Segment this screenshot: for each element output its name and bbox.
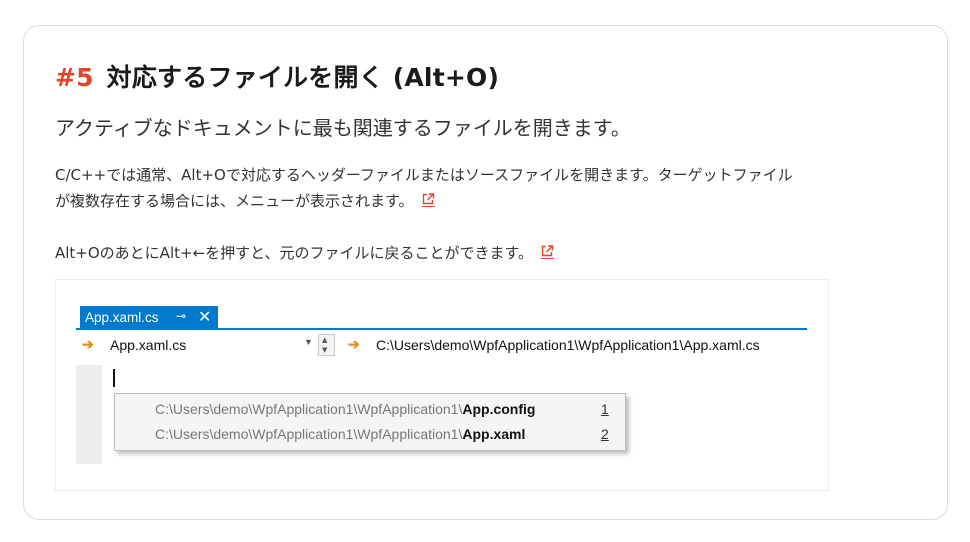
menu-item-path: C:\Users\demo\WpfApplication1\WpfApplica…	[155, 426, 463, 442]
external-link-icon[interactable]	[421, 189, 435, 207]
tab-app-xaml-cs[interactable]: App.xaml.cs ⊸ ✕	[80, 306, 218, 330]
editor-gutter	[76, 365, 102, 464]
close-icon[interactable]: ✕	[198, 307, 211, 327]
title-text: 対応するファイルを開く (Alt+O)	[106, 63, 500, 92]
paragraph-1-text: が複数存在する場合には、メニューが表示されます。	[55, 192, 414, 210]
menu-item-path: C:\Users\demo\WpfApplication1\WpfApplica…	[155, 401, 463, 417]
text-caret	[113, 369, 115, 387]
paragraph-1-line-2: が複数存在する場合には、メニューが表示されます。	[55, 188, 435, 214]
menu-item-file: App.xaml	[462, 426, 526, 442]
arrow-right-icon: ➔	[348, 336, 360, 352]
navigation-bar: ➔ App.xaml.cs ▼ ▲ ▼ ➔ C:\Users\demo\WpfA…	[78, 333, 807, 361]
page-subtitle: アクティブなドキュメントに最も関連するファイルを開きます。	[55, 116, 631, 140]
menu-item[interactable]: C:\Users\demo\WpfApplication1\WpfApplica…	[155, 426, 609, 446]
page-title: #5 対応するファイルを開く (Alt+O)	[55, 58, 499, 94]
type-dropdown-value: App.xaml.cs	[110, 337, 187, 353]
menu-item-file: App.config	[462, 401, 536, 417]
split-spinner[interactable]: ▲ ▼	[318, 334, 335, 356]
paragraph-2: Alt+OのあとにAlt+←を押すと、元のファイルに戻ることができます。	[55, 240, 555, 266]
chevron-down-icon[interactable]: ▼	[322, 346, 327, 354]
member-dropdown-value: C:\Users\demo\WpfApplication1\WpfApplica…	[376, 337, 760, 353]
paragraph-1-line-1: C/C++では通常、Alt+Oで対応するヘッダーファイルまたはソースファイルを開…	[55, 166, 793, 184]
member-dropdown[interactable]: ➔ C:\Users\demo\WpfApplication1\WpfAppli…	[344, 333, 807, 357]
type-dropdown[interactable]: ➔ App.xaml.cs ▼	[78, 333, 316, 357]
external-link-icon[interactable]	[541, 241, 555, 259]
chevron-down-icon[interactable]: ▼	[304, 337, 313, 347]
tab-label: App.xaml.cs	[85, 310, 159, 325]
chevron-up-icon[interactable]: ▲	[322, 336, 327, 344]
menu-item-index: 1	[601, 401, 609, 417]
menu-item-index: 2	[601, 426, 609, 442]
pin-icon[interactable]: ⊸	[176, 309, 186, 323]
title-number: #5	[55, 63, 94, 92]
menu-item[interactable]: C:\Users\demo\WpfApplication1\WpfApplica…	[155, 401, 609, 421]
arrow-right-icon: ➔	[82, 336, 94, 352]
paragraph-2-text: Alt+OのあとにAlt+←を押すと、元のファイルに戻ることができます。	[55, 244, 534, 262]
related-files-menu: C:\Users\demo\WpfApplication1\WpfApplica…	[114, 393, 626, 451]
